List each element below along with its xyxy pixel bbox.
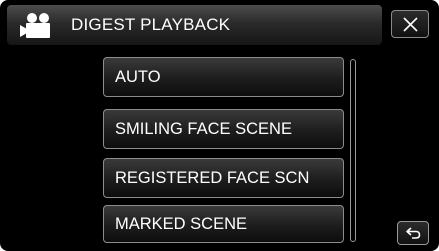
- video-camera-icon: [20, 13, 50, 38]
- close-icon: [403, 17, 418, 32]
- close-button[interactable]: [391, 10, 429, 38]
- menu-item-marked-scene[interactable]: MARKED SCENE: [103, 205, 344, 243]
- return-icon: [406, 227, 421, 239]
- menu-item-smiling-face-scene[interactable]: SMILING FACE SCENE: [103, 109, 344, 149]
- menu-item-registered-face-scn[interactable]: REGISTERED FACE SCN: [103, 158, 344, 198]
- scrollbar[interactable]: [350, 59, 356, 242]
- menu-header: DIGEST PLAYBACK: [7, 5, 382, 45]
- page-title: DIGEST PLAYBACK: [71, 15, 231, 34]
- camera-menu-screen: DIGEST PLAYBACK AUTO SMILING FACE SCENE …: [0, 0, 439, 251]
- return-button[interactable]: [397, 221, 429, 245]
- menu-item-auto[interactable]: AUTO: [103, 57, 344, 97]
